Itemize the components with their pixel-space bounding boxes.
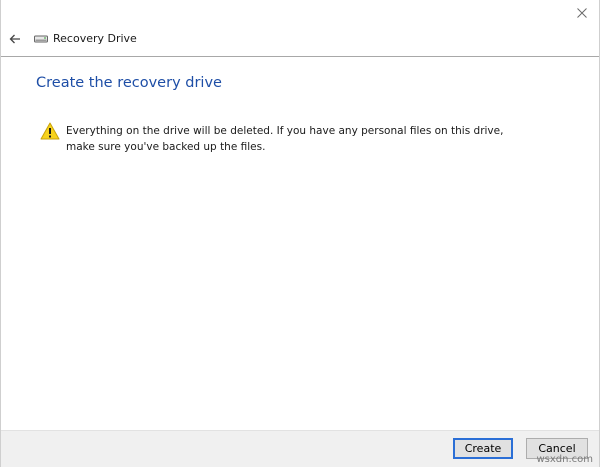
back-button[interactable] bbox=[4, 28, 26, 50]
close-button[interactable] bbox=[565, 0, 599, 26]
warning-icon bbox=[40, 122, 60, 140]
recovery-drive-window: Recovery Drive Create the recovery drive… bbox=[0, 0, 600, 467]
window-title: Recovery Drive bbox=[53, 32, 137, 45]
page-title: Create the recovery drive bbox=[36, 75, 222, 91]
watermark: wsxdn.com bbox=[536, 454, 593, 465]
title-bar: Recovery Drive bbox=[1, 26, 599, 57]
create-button[interactable]: Create bbox=[453, 438, 513, 459]
button-bar: Create Cancel wsxdn.com bbox=[1, 430, 599, 467]
warning-message: Everything on the drive will be deleted.… bbox=[66, 125, 504, 153]
back-arrow-icon bbox=[9, 34, 20, 44]
drive-icon bbox=[34, 35, 48, 43]
close-icon bbox=[577, 8, 587, 18]
